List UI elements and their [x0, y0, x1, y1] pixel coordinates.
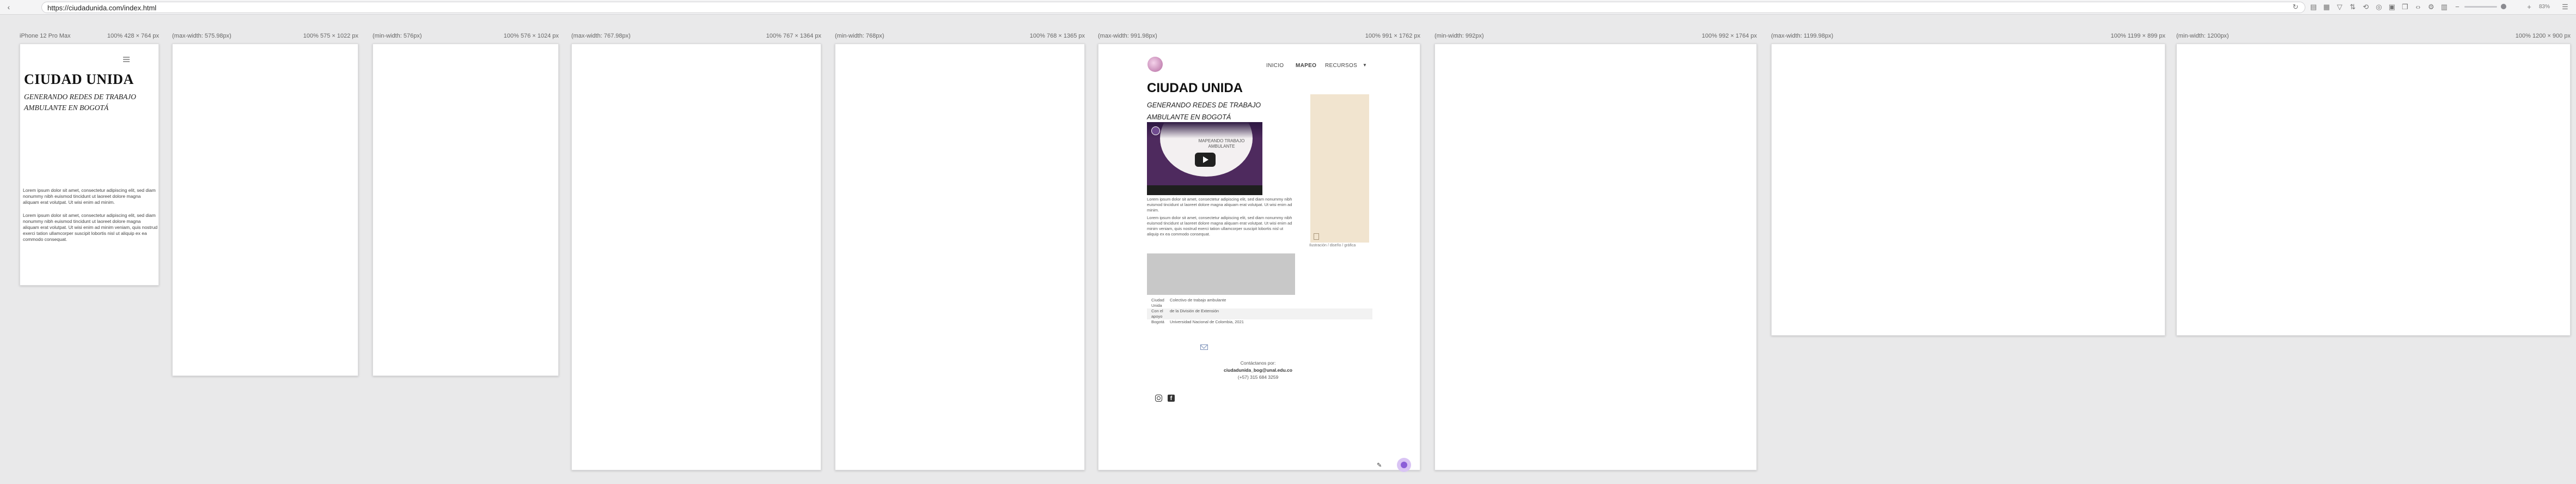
channel-avatar[interactable]	[1151, 126, 1160, 135]
sync-icon[interactable]: ⟲	[2361, 3, 2370, 11]
video-embed[interactable]: MAPEANDO TRABAJO AMBULANTE	[1147, 122, 1262, 195]
facebook-icon[interactable]: f	[1168, 395, 1175, 402]
panel-icon[interactable]: ▥	[2440, 3, 2449, 11]
frame-label: (max-width: 1199.98px)	[1771, 33, 1834, 39]
nav-item-inicio[interactable]: INICIO	[1266, 63, 1284, 69]
frame-min-992[interactable]	[1434, 44, 1757, 470]
video-footer	[1147, 185, 1262, 195]
back-arrow-icon[interactable]: ‹	[4, 3, 13, 11]
frame-size: 100% 575 × 1022 px	[303, 33, 358, 39]
play-icon[interactable]	[1195, 153, 1216, 167]
frame-size: 100% 767 × 1364 px	[766, 33, 821, 39]
sort-icon[interactable]: ⇅	[2348, 3, 2357, 11]
contact-email[interactable]: ciudadunida_bog@unal.edu.co	[1209, 367, 1307, 373]
table-row: Ciudad Unida Colectivo de trabajo ambula…	[1147, 298, 1372, 308]
frame-label: (max-width: 767.98px)	[571, 33, 631, 39]
image-placeholder	[1147, 253, 1295, 295]
frame-label: iPhone 12 Pro Max	[20, 33, 71, 39]
frame-label: (max-width: 575.98px)	[172, 33, 231, 39]
info-table: Ciudad Unida Colectivo de trabajo ambula…	[1147, 298, 1372, 325]
frame-min-1200[interactable]	[2176, 44, 2571, 336]
nav-item-mapeo[interactable]: MAPEO	[1296, 63, 1316, 69]
filter-icon[interactable]: ▽	[2335, 3, 2344, 11]
edit-icon[interactable]: ✎	[1377, 462, 1382, 469]
video-caption: MAPEANDO TRABAJO AMBULANTE	[1198, 138, 1245, 149]
paragraph: Lorem ipsum dolor sit amet, consectetur …	[1147, 197, 1292, 213]
instagram-icon[interactable]	[1155, 395, 1162, 402]
mail-icon[interactable]	[1200, 344, 1208, 350]
settings-icon[interactable]: ⚙	[2427, 3, 2435, 11]
frame-label: (min-width: 1200px)	[2176, 33, 2229, 39]
frame-max-1199[interactable]	[1771, 44, 2165, 336]
url-text: https://ciudadunida.com/index.html	[47, 4, 157, 12]
contact-heading: Contáctanos por:	[1240, 360, 1276, 366]
zoom-in-icon[interactable]: +	[2525, 3, 2534, 11]
notes-icon[interactable]: ▤	[2309, 3, 2318, 11]
site-title: CIUDAD UNIDA	[1147, 81, 1243, 95]
frame-size: 100% 991 × 1762 px	[1365, 33, 1420, 39]
frame-label: (max-width: 991.98px)	[1098, 33, 1157, 39]
code-icon[interactable]: ‹›	[2414, 3, 2422, 11]
frame-size: 100% 1199 × 899 px	[2110, 33, 2165, 39]
menu-icon[interactable]: ☰	[2561, 3, 2569, 11]
paragraph: Lorem ipsum dolor sit amet, consectetur …	[23, 187, 156, 205]
frame-max-575[interactable]	[172, 44, 358, 376]
table-cell: Bogotá	[1151, 319, 1164, 324]
frame-label: (min-width: 768px)	[835, 33, 884, 39]
frame-size: 100% 1200 × 900 px	[2515, 33, 2571, 39]
table-cell: Universidad Nacional de Colombia, 2021	[1170, 319, 1244, 324]
nav-item-recursos[interactable]: RECURSOS	[1325, 63, 1357, 69]
paragraph: Lorem ipsum dolor sit amet, consectetur …	[1147, 215, 1292, 237]
hamburger-menu-icon[interactable]	[123, 57, 130, 62]
frame-min-768[interactable]	[835, 44, 1085, 470]
site-subtitle: GENERANDO REDES DE TRABAJO AMBULANTE EN …	[1147, 101, 1261, 121]
site-title: CIUDAD UNIDA	[24, 71, 134, 87]
zoom-slider-thumb[interactable]	[2501, 4, 2506, 9]
copy-icon[interactable]: ❐	[2401, 3, 2409, 11]
devices-icon[interactable]: ▣	[2388, 3, 2396, 11]
table-row: Bogotá Universidad Nacional de Colombia,…	[1147, 319, 1372, 325]
zoom-out-icon[interactable]: −	[2453, 3, 2462, 11]
reload-icon[interactable]: ↻	[2291, 3, 2300, 11]
frame-min-576[interactable]	[373, 44, 559, 376]
paragraph: Lorem ipsum dolor sit amet, consectetur …	[23, 213, 158, 242]
site-logo[interactable]	[1147, 57, 1163, 72]
frame-size: 100% 768 × 1365 px	[1029, 33, 1085, 39]
image-caption: Ilustración / diseño / gráfica	[1309, 244, 1356, 247]
frame-size: 100% 992 × 1764 px	[1701, 33, 1757, 39]
zoom-value: 83%	[2539, 4, 2550, 10]
layout-icon[interactable]: ▦	[2322, 3, 2331, 11]
chevron-down-icon[interactable]: ▼	[1363, 63, 1367, 68]
zoom-slider[interactable]	[2464, 6, 2497, 8]
table-cell: Ciudad Unida	[1151, 298, 1164, 308]
table-cell: Colectivo de trabajo ambulante	[1170, 298, 1226, 302]
contact-phone: (+57) 315 684 3259	[1237, 374, 1279, 380]
side-illustration	[1310, 94, 1369, 243]
frame-size: 100% 428 × 764 px	[107, 33, 159, 39]
frame-label: (min-width: 992px)	[1434, 33, 1484, 39]
frame-label: (min-width: 576px)	[373, 33, 422, 39]
frame-max-767[interactable]	[571, 44, 821, 470]
video-header	[1147, 122, 1262, 138]
browser-toolbar: ‹ https://ciudadunida.com/index.html ↻ ▤…	[0, 0, 2576, 15]
assistant-button[interactable]	[1397, 458, 1411, 472]
url-bar[interactable]: https://ciudadunida.com/index.html	[41, 2, 2305, 13]
table-cell: de la División de Extensión	[1170, 308, 1219, 313]
screenshot-icon[interactable]: ◎	[2374, 3, 2383, 11]
table-cell: Con el apoyo	[1151, 308, 1163, 319]
site-subtitle: GENERANDO REDES DE TRABAJO AMBULANTE EN …	[24, 93, 136, 112]
frame-size: 100% 576 × 1024 px	[503, 33, 559, 39]
image-icon	[1314, 233, 1319, 240]
table-row: Con el apoyo de la División de Extensión	[1147, 308, 1372, 319]
